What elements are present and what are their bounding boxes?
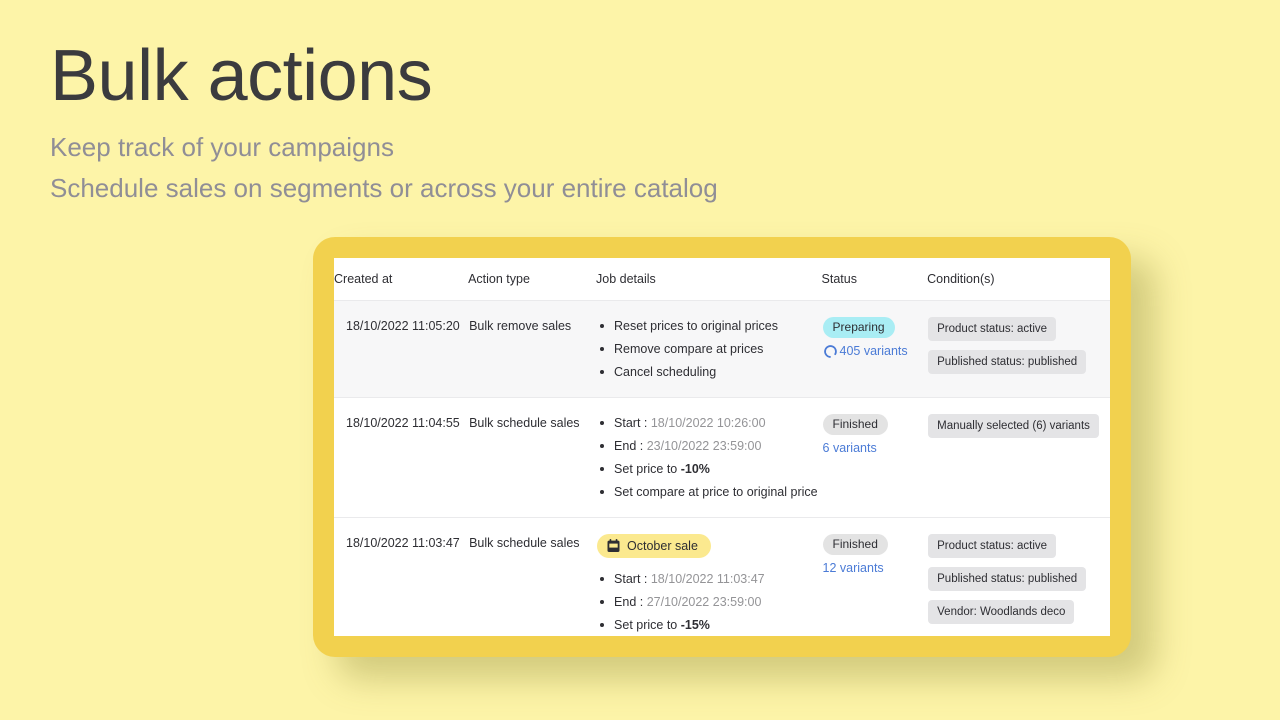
condition-chip-list: Product status: active Published status: … [928,534,1109,624]
page-subtitle-2: Schedule sales on segments or across you… [50,173,718,203]
job-details-list: Start : 18/10/2022 10:26:00 End : 23/10/2… [597,414,820,501]
campaign-label: October sale [627,539,698,553]
action-type-text: Bulk remove sales [469,319,572,333]
action-type-text: Bulk schedule sales [469,536,580,550]
cell-action-type: Bulk remove sales [468,300,597,398]
variants-link[interactable]: 6 variants [823,439,877,457]
cell-action-type: Bulk schedule sales [468,397,597,518]
table-row[interactable]: 18/10/2022 11:03:47 Bulk schedule sales Oc… [334,518,1110,637]
cell-status: Finished 6 variants [821,397,928,518]
job-detail-item: Remove compare at prices [597,340,820,358]
condition-chip-list: Manually selected (6) variants [928,414,1109,438]
job-detail-label: Set price to [614,462,681,476]
job-detail-item: End : 27/10/2022 23:59:00 [597,593,820,611]
column-header-conditions: Condition(s) [927,258,1110,301]
cell-job-details: Reset prices to original prices Remove co… [596,300,822,398]
table-body: 18/10/2022 11:05:20 Bulk remove sales Rese… [334,300,1110,637]
status-badge: Finished [822,414,888,435]
jobs-table-container: Created at Action type Job details Statu… [334,258,1110,636]
loading-spinner-icon [823,344,838,359]
status-badge: Preparing [822,317,895,338]
page-title: Bulk actions [50,36,433,116]
page-subtitle-1: Keep track of your campaigns [50,132,394,162]
job-detail-label: Start : [614,416,651,430]
variants-link[interactable]: 12 variants [823,559,884,577]
cell-created-at: 18/10/2022 11:05:20 [334,300,469,398]
cell-conditions: Product status: active Published status: … [927,300,1110,398]
job-detail-value: 18/10/2022 10:26:00 [650,416,766,430]
header-block: Bulk actions Keep track of your campaign… [50,36,950,209]
condition-chip-list: Product status: active Published status: … [928,317,1109,374]
cell-job-details: October sale Start : 18/10/2022 11:03:47 E… [596,518,821,637]
condition-chip: Vendor: Woodlands deco [928,600,1075,624]
table-row[interactable]: 18/10/2022 11:04:55 Bulk schedule sales St… [334,397,1110,518]
page-root: Bulk actions Keep track of your campaign… [0,0,1280,720]
cell-created-at: 18/10/2022 11:03:47 [334,518,468,637]
job-detail-item: Start : 18/10/2022 11:03:47 [597,570,820,588]
job-details-list: Reset prices to original prices Remove co… [597,317,820,381]
column-header-status: Status [821,258,928,301]
job-detail-value: -15% [680,618,710,632]
job-detail-label: Set price to [614,618,681,632]
created-at-text: 18/10/2022 11:05:20 [346,319,460,333]
variants-row: 12 variants [823,559,927,577]
job-detail-label: Remove compare at prices [614,342,764,356]
jobs-table: Created at Action type Job details Statu… [334,258,1110,636]
job-detail-label: Cancel scheduling [614,365,717,379]
job-detail-item: End : 23/10/2022 23:59:00 [597,437,820,455]
status-badge: Finished [822,534,888,555]
cell-conditions: Product status: active Published status: … [927,518,1110,637]
campaign-badge[interactable]: October sale [597,534,711,558]
cell-job-details: Start : 18/10/2022 10:26:00 End : 23/10/2… [596,397,822,518]
cell-status: Finished 12 variants [822,518,928,637]
column-header-created-at: Created at [334,258,469,301]
variants-row: 405 variants [823,342,927,360]
cell-status: Preparing 405 variants [821,300,928,398]
job-detail-value: 18/10/2022 11:03:47 [650,572,765,586]
cell-created-at: 18/10/2022 11:04:55 [334,397,469,518]
condition-chip: Product status: active [928,534,1057,558]
table-row[interactable]: 18/10/2022 11:05:20 Bulk remove sales Rese… [334,300,1110,398]
job-detail-label: Set compare at price to original price [614,485,818,499]
job-detail-value: -10% [680,462,710,476]
job-detail-item: Set compare at price to original price [597,483,820,501]
job-detail-item: Start : 18/10/2022 10:26:00 [597,414,820,432]
created-at-text: 18/10/2022 11:03:47 [346,536,460,550]
column-header-action-type: Action type [468,258,597,301]
condition-chip: Published status: published [928,350,1087,374]
table-header-row: Created at Action type Job details Statu… [334,258,1110,301]
calendar-icon [607,539,620,553]
job-detail-item: Set price to -10% [597,460,820,478]
column-header-job-details: Job details [596,258,822,301]
job-detail-item: Cancel scheduling [597,363,820,381]
condition-chip: Manually selected (6) variants [928,414,1099,438]
jobs-card-frame: Created at Action type Job details Statu… [313,237,1131,657]
variants-row: 6 variants [823,439,927,457]
job-detail-label: Start : [614,572,651,586]
condition-chip: Published status: published [928,567,1087,591]
job-detail-label: End : [614,595,647,609]
cell-conditions: Manually selected (6) variants [927,397,1110,518]
condition-chip: Product status: active [928,317,1057,341]
job-detail-label: End : [614,439,647,453]
cell-action-type: Bulk schedule sales [468,518,596,637]
job-detail-value: 27/10/2022 23:59:00 [646,595,762,609]
action-type-text: Bulk schedule sales [469,416,580,430]
job-detail-value: 23/10/2022 23:59:00 [646,439,762,453]
job-detail-label: Reset prices to original prices [614,319,778,333]
created-at-text: 18/10/2022 11:04:55 [346,416,460,430]
table-head: Created at Action type Job details Statu… [334,258,1110,301]
job-detail-item: Set price to -15% [597,616,820,634]
job-details-list: Start : 18/10/2022 11:03:47 End : 27/10/2… [597,570,820,636]
job-detail-item: Reset prices to original prices [597,317,820,335]
variants-link[interactable]: 405 variants [840,342,908,360]
